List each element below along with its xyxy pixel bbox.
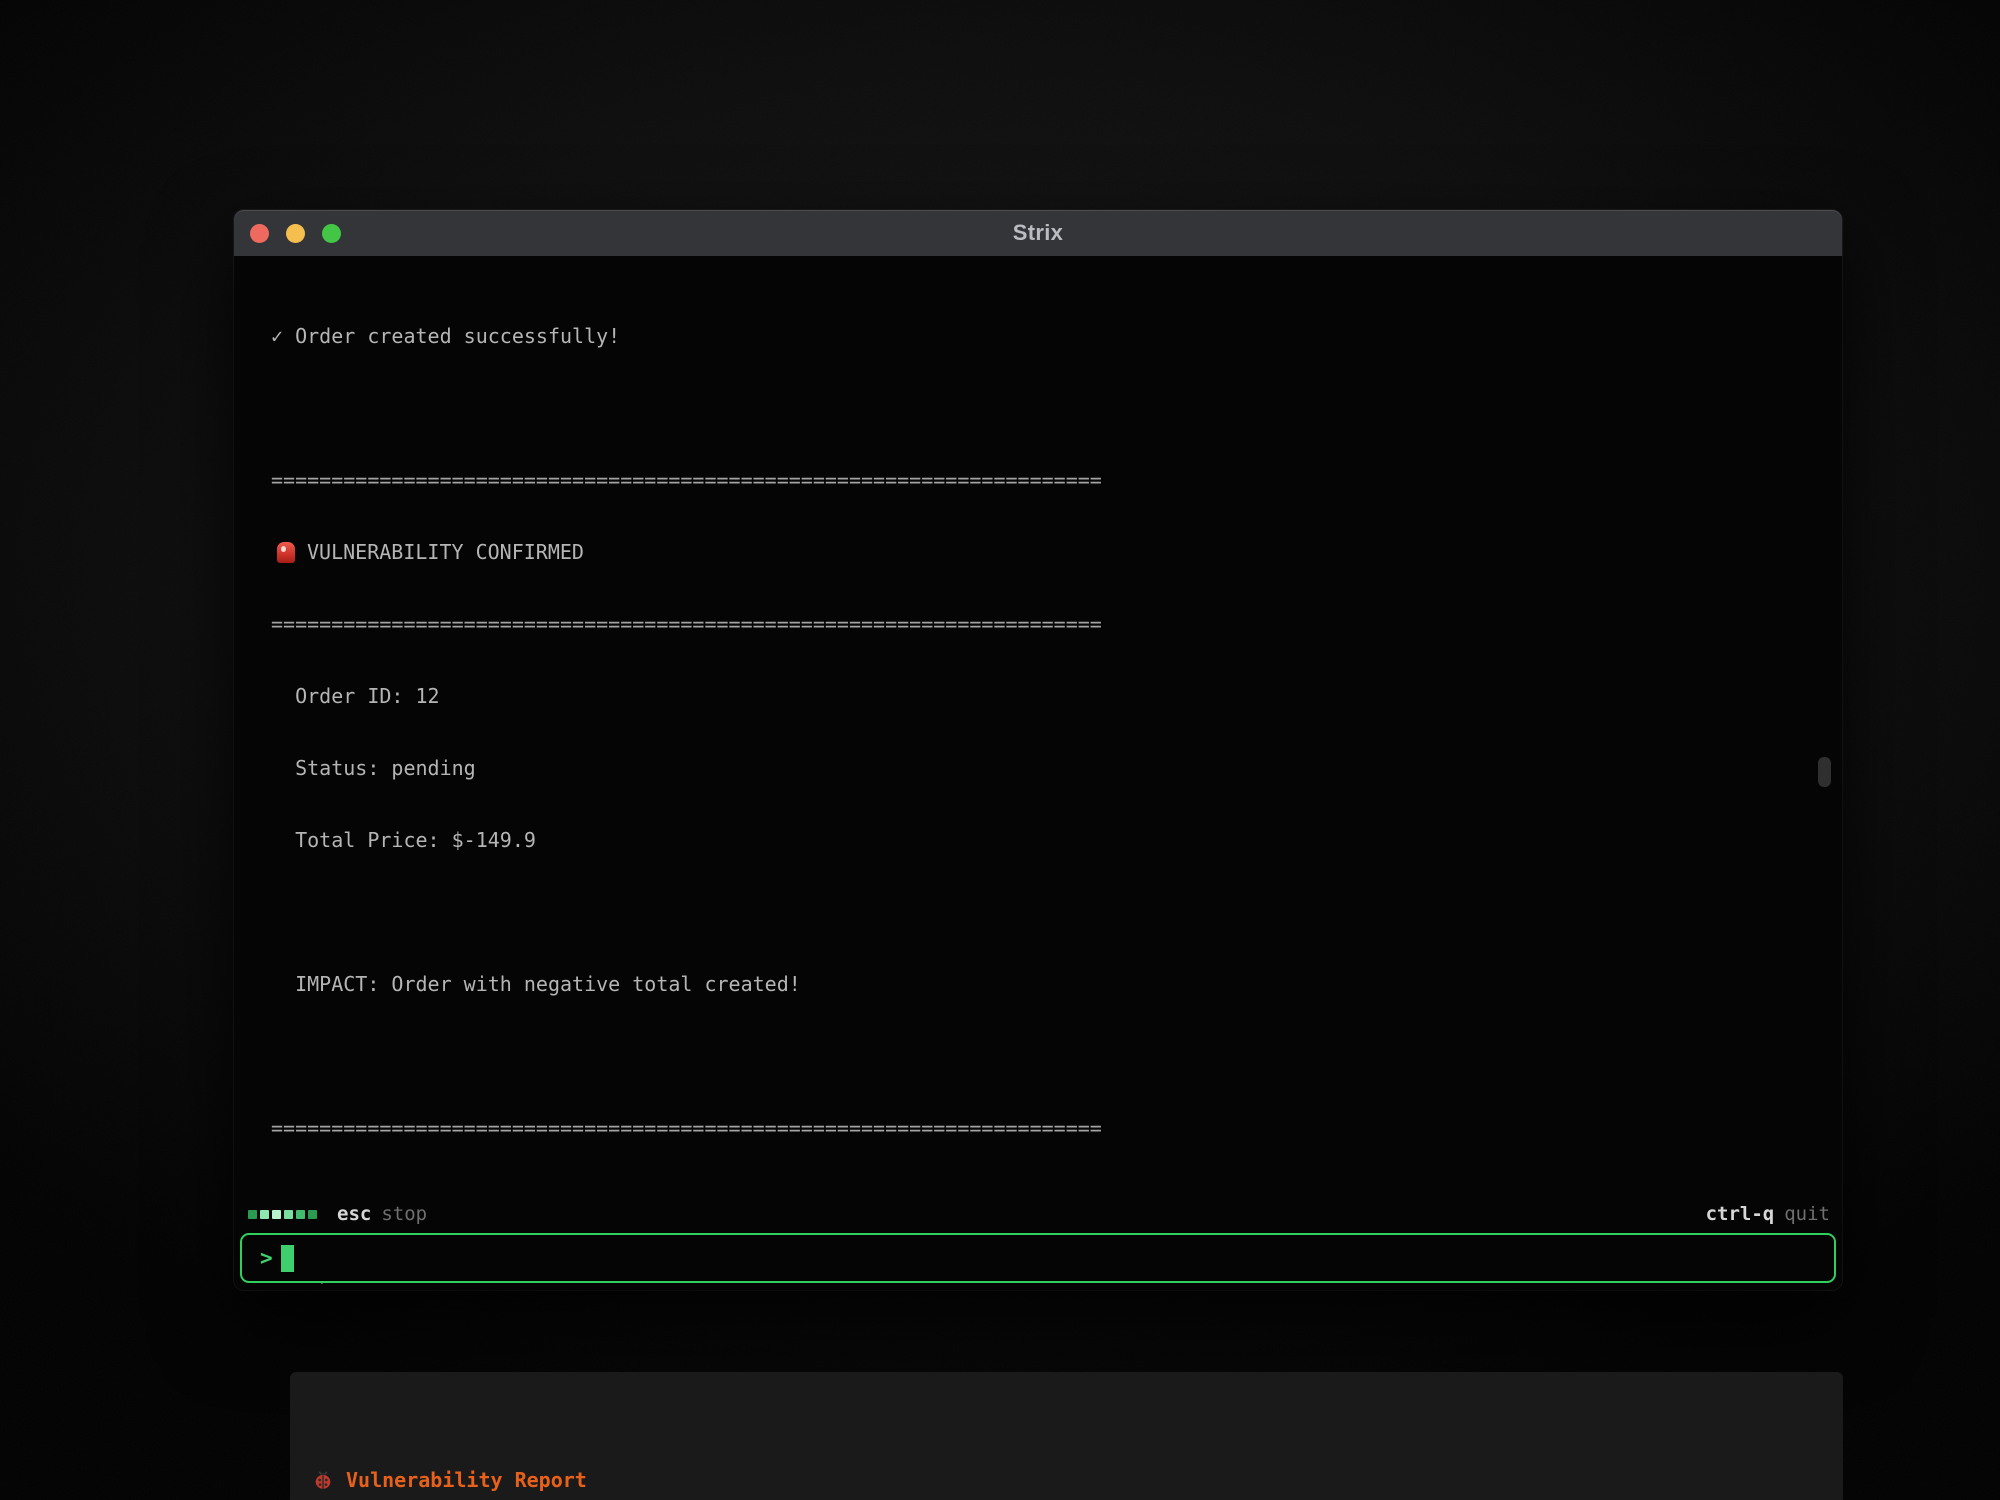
siren-icon bbox=[277, 542, 295, 563]
order-status-line: Status: pending bbox=[271, 756, 1842, 780]
blank-line bbox=[271, 900, 1842, 924]
divider-line: ========================================… bbox=[271, 1116, 1842, 1140]
text-cursor bbox=[281, 1245, 294, 1272]
impact-line: IMPACT: Order with negative total create… bbox=[271, 972, 1842, 996]
quit-action-label: quit bbox=[1784, 1203, 1830, 1225]
order-id-line: Order ID: 12 bbox=[271, 684, 1842, 708]
divider-line: ========================================… bbox=[271, 468, 1842, 492]
bug-icon bbox=[312, 1469, 334, 1491]
prompt-symbol: > bbox=[260, 1246, 273, 1270]
scrollbar-thumb[interactable] bbox=[1818, 757, 1831, 787]
status-left: esc stop bbox=[248, 1203, 427, 1225]
order-created-message: ✓ Order created successfully! bbox=[271, 324, 1842, 348]
vulnerability-report-panel: Vulnerability Report Title:Negative Quan… bbox=[290, 1372, 1843, 1500]
report-header: Vulnerability Report bbox=[312, 1468, 1843, 1492]
desktop-background: Strix ✓ Order created successfully! ====… bbox=[0, 0, 2000, 1500]
status-right: ctrl-q quit bbox=[1706, 1203, 1830, 1225]
window-titlebar[interactable]: Strix bbox=[234, 210, 1842, 256]
terminal-output: ✓ Order created successfully! ==========… bbox=[234, 256, 1842, 1500]
stop-action-label: stop bbox=[381, 1203, 427, 1225]
activity-spinner bbox=[248, 1210, 317, 1219]
divider-line: ========================================… bbox=[271, 612, 1842, 636]
strix-terminal-window: Strix ✓ Order created successfully! ====… bbox=[234, 210, 1842, 1290]
blank-line bbox=[271, 396, 1842, 420]
esc-key-hint[interactable]: esc bbox=[337, 1203, 371, 1225]
window-title: Strix bbox=[1013, 220, 1063, 246]
vulnerability-confirmed-heading: VULNERABILITY CONFIRMED bbox=[271, 540, 1842, 564]
ctrl-q-key-hint[interactable]: ctrl-q bbox=[1706, 1203, 1775, 1225]
minimize-window-button[interactable] bbox=[286, 224, 305, 243]
fullscreen-window-button[interactable] bbox=[322, 224, 341, 243]
status-bar: esc stop ctrl-q quit bbox=[234, 1201, 1842, 1227]
vulnerability-confirmed-label: VULNERABILITY CONFIRMED bbox=[307, 540, 584, 564]
report-title: Vulnerability Report bbox=[346, 1468, 587, 1492]
command-input[interactable]: > bbox=[240, 1233, 1836, 1283]
blank-line bbox=[271, 1044, 1842, 1068]
close-window-button[interactable] bbox=[250, 224, 269, 243]
window-controls bbox=[250, 210, 341, 256]
total-price-line: Total Price: $-149.9 bbox=[271, 828, 1842, 852]
